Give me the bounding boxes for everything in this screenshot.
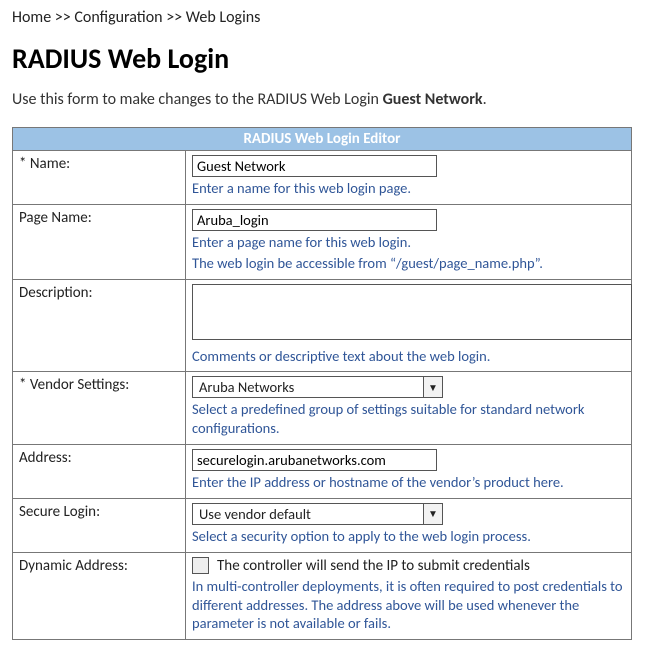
hint-secure-login: Select a security option to apply to the… bbox=[192, 527, 625, 546]
hint-name: Enter a name for this web login page. bbox=[192, 179, 625, 198]
name-input[interactable] bbox=[192, 155, 437, 177]
secure-login-select-value: Use vendor default bbox=[193, 504, 423, 524]
hint-page-name-2: The web login be accessible from “/guest… bbox=[192, 254, 625, 273]
dynamic-address-check-label: The controller will send the IP to submi… bbox=[217, 557, 530, 575]
hint-address: Enter the IP address or hostname of the … bbox=[192, 473, 625, 492]
breadcrumb-item-home[interactable]: Home bbox=[12, 8, 51, 27]
breadcrumb: Home >> Configuration >> Web Logins bbox=[12, 8, 636, 27]
dynamic-address-checkbox[interactable] bbox=[192, 557, 209, 574]
vendor-select[interactable]: Aruba Networks ▼ bbox=[192, 376, 443, 398]
intro-suffix: . bbox=[483, 90, 487, 109]
vendor-select-value: Aruba Networks bbox=[193, 377, 423, 397]
intro-text: Use this form to make changes to the RAD… bbox=[12, 90, 636, 109]
intro-prefix: Use this form to make changes to the RAD… bbox=[12, 90, 383, 109]
editor-title: RADIUS Web Login Editor bbox=[13, 128, 632, 151]
hint-dynamic-address: In multi-controller deployments, it is o… bbox=[192, 577, 625, 634]
label-address: Address: bbox=[13, 445, 186, 499]
editor-table: RADIUS Web Login Editor * Name: Enter a … bbox=[12, 127, 632, 640]
hint-vendor: Select a predefined group of settings su… bbox=[192, 400, 625, 438]
label-secure-login: Secure Login: bbox=[13, 498, 186, 552]
page-name-input[interactable] bbox=[192, 209, 437, 231]
hint-page-name-1: Enter a page name for this web login. bbox=[192, 233, 625, 252]
page-title: RADIUS Web Login bbox=[12, 41, 636, 76]
label-dynamic-address: Dynamic Address: bbox=[13, 552, 186, 640]
secure-login-select[interactable]: Use vendor default ▼ bbox=[192, 503, 443, 525]
breadcrumb-sep: >> bbox=[166, 8, 182, 27]
breadcrumb-item-web-logins[interactable]: Web Logins bbox=[186, 8, 261, 27]
hint-description: Comments or descriptive text about the w… bbox=[192, 347, 625, 366]
breadcrumb-sep: >> bbox=[55, 8, 71, 27]
intro-target: Guest Network bbox=[383, 90, 483, 109]
label-page-name: Page Name: bbox=[13, 204, 186, 279]
address-input[interactable] bbox=[192, 449, 437, 471]
label-description: Description: bbox=[13, 279, 186, 372]
breadcrumb-item-configuration[interactable]: Configuration bbox=[74, 8, 162, 27]
label-vendor-settings: * Vendor Settings: bbox=[13, 372, 186, 445]
chevron-down-icon: ▼ bbox=[423, 504, 442, 524]
description-textarea[interactable] bbox=[192, 284, 632, 340]
chevron-down-icon: ▼ bbox=[423, 377, 442, 397]
label-name: * Name: bbox=[13, 151, 186, 205]
